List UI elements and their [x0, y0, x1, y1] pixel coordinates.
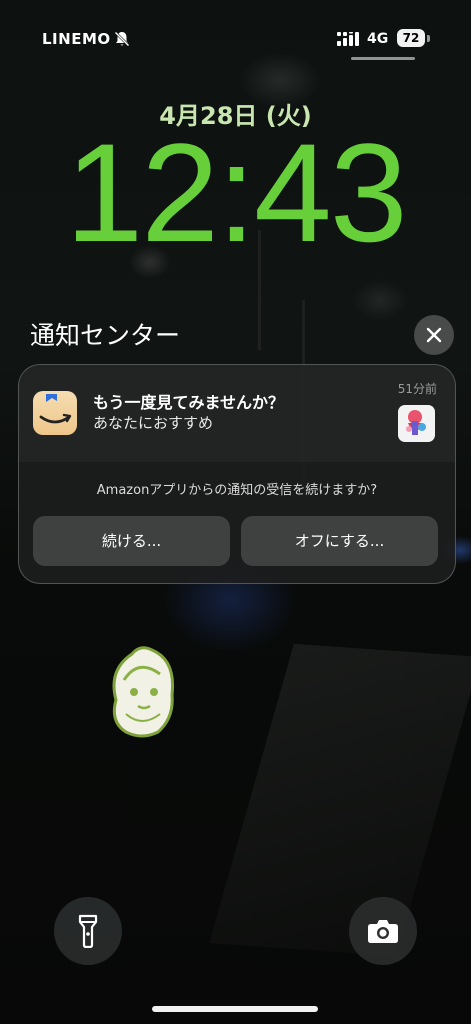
- camera-icon: [368, 920, 398, 943]
- camera-button[interactable]: [349, 897, 417, 965]
- amazon-icon: [33, 391, 77, 435]
- notification-thumbnail: [398, 405, 435, 442]
- turn-off-button[interactable]: オフにする...: [241, 516, 438, 566]
- status-bar: LINEMO 4G 72: [0, 0, 471, 60]
- notification-prompt: Amazonアプリからの通知の受信を続けますか?: [96, 483, 378, 498]
- battery-level: 72: [397, 29, 425, 47]
- notification-title: もう一度見てみませんか？: [93, 393, 285, 412]
- close-icon: [426, 327, 442, 343]
- clear-notifications-button[interactable]: [414, 315, 454, 355]
- battery-tip: [427, 35, 430, 42]
- flashlight-button[interactable]: [54, 897, 122, 965]
- control-center-indicator[interactable]: [351, 57, 415, 60]
- home-indicator[interactable]: [152, 1006, 318, 1012]
- network-type: 4G: [367, 31, 389, 47]
- signal-bars-icon: [337, 32, 359, 46]
- notification-time: 51分前: [397, 382, 437, 396]
- carrier-name: LINEMO: [42, 30, 111, 48]
- flashlight-icon: [78, 914, 98, 948]
- notification-center-title: 通知センター: [30, 321, 181, 350]
- notification-card[interactable]: もう一度見てみませんか？ あなたにおすすめ 51分前 Amazonアプリからの通…: [18, 364, 456, 584]
- lock-clock: 12:43: [65, 114, 407, 271]
- notification-body: あなたにおすすめ: [93, 414, 214, 432]
- notification-header[interactable]: もう一度見てみませんか？ あなたにおすすめ 51分前: [19, 365, 455, 462]
- continue-button[interactable]: 続ける...: [33, 516, 230, 566]
- character-sticker: [112, 646, 175, 738]
- bell-slash-icon: [114, 31, 130, 47]
